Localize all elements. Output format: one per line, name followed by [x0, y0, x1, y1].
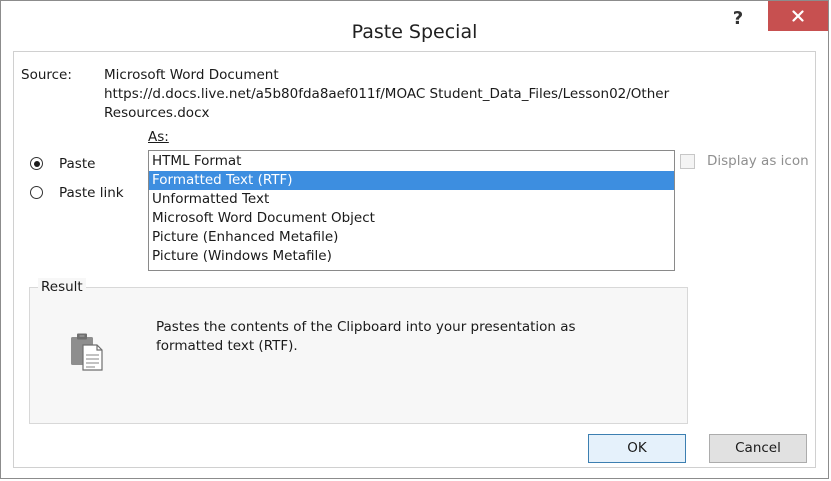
paste-link-radio-label[interactable]: Paste link: [59, 184, 124, 202]
paste-special-dialog: Paste Special ? Source: Microsoft Word D…: [0, 0, 829, 479]
clipboard-paste-icon: [71, 333, 103, 371]
result-description: Pastes the contents of the Clipboard int…: [156, 319, 576, 354]
display-as-icon-checkbox[interactable]: [680, 154, 695, 169]
format-listbox[interactable]: HTML Format Formatted Text (RTF) Unforma…: [148, 150, 675, 271]
ok-button[interactable]: OK: [588, 434, 686, 463]
close-button[interactable]: [768, 1, 828, 31]
source-path: https://d.docs.live.net/a5b80fda8aef011f…: [104, 86, 670, 102]
format-option-unformatted[interactable]: Unformatted Text: [149, 190, 674, 209]
source-path-continued: Resources.docx: [104, 105, 210, 121]
format-option-emf[interactable]: Picture (Enhanced Metafile): [149, 228, 674, 247]
dialog-title: Paste Special: [351, 21, 478, 43]
source-label: Source:: [21, 67, 72, 83]
format-option-rtf[interactable]: Formatted Text (RTF): [149, 171, 674, 190]
format-option-html[interactable]: HTML Format: [149, 152, 674, 171]
cancel-button[interactable]: Cancel: [709, 434, 807, 463]
source-document-name: Microsoft Word Document: [104, 67, 279, 83]
paste-radio-label[interactable]: Paste: [59, 155, 95, 173]
title-bar[interactable]: Paste Special ?: [1, 1, 828, 43]
format-option-word-object[interactable]: Microsoft Word Document Object: [149, 209, 674, 228]
result-group: Result Pastes the contents of the Clipbo…: [29, 278, 688, 424]
paste-radio[interactable]: [30, 157, 43, 170]
dialog-body: Source: Microsoft Word Document https://…: [13, 51, 816, 468]
help-button[interactable]: ?: [725, 6, 751, 34]
close-icon: [792, 10, 804, 22]
result-label: Result: [38, 278, 86, 296]
format-option-wmf[interactable]: Picture (Windows Metafile): [149, 247, 674, 266]
paste-link-radio[interactable]: [30, 186, 43, 199]
display-as-icon-label[interactable]: Display as icon: [707, 152, 809, 170]
as-label: As:: [148, 129, 169, 145]
